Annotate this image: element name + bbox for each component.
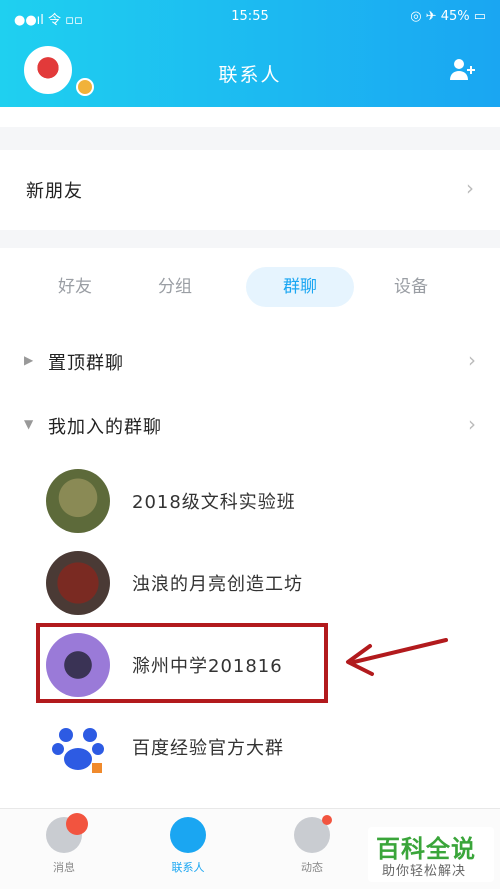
- annotation-arrow-icon: [346, 638, 448, 676]
- group-name: 浊浪的月亮创造工坊: [132, 574, 303, 595]
- site-watermark: 百科全说 助你轻松解决: [368, 827, 494, 882]
- pinned-groups-section[interactable]: ▶ 置顶群聊 ›: [0, 336, 500, 388]
- status-bar: ●●ıl 令 ▫▫ 15:55 ◎ ✈ 45% ▭: [0, 0, 500, 34]
- group-avatar: [46, 469, 110, 533]
- moments-icon: [294, 815, 332, 853]
- tab-label: 消息: [53, 861, 75, 874]
- joined-groups-section[interactable]: ▼ 我加入的群聊 ›: [0, 400, 500, 452]
- tab-label: 动态: [301, 861, 323, 874]
- tab-messages[interactable]: 消息: [24, 813, 104, 875]
- tab-friends[interactable]: 好友: [30, 267, 120, 307]
- group-avatar: [46, 551, 110, 615]
- new-friend-label: 新朋友: [26, 181, 83, 202]
- tab-contacts[interactable]: 联系人: [148, 817, 228, 875]
- group-name: 2018级文科实验班: [132, 492, 296, 513]
- status-right: ◎ ✈ 45% ▭: [410, 9, 486, 24]
- chevron-right-icon: ›: [468, 412, 476, 436]
- group-avatar: [46, 715, 110, 779]
- message-icon: [46, 813, 88, 853]
- section-label: 置顶群聊: [48, 353, 124, 374]
- contacts-icon: [170, 817, 206, 853]
- paw-icon: [52, 728, 104, 773]
- new-dot: [322, 815, 332, 825]
- collapse-arrow-icon: ▶: [24, 353, 34, 367]
- page-title: 联系人: [218, 64, 282, 86]
- watermark-subtitle: 助你轻松解决: [382, 864, 467, 879]
- tab-devices[interactable]: 设备: [366, 267, 456, 307]
- search-strip: [0, 107, 500, 127]
- group-chat-item[interactable]: 2018级文科实验班: [0, 460, 500, 542]
- highlight-box: [36, 623, 328, 703]
- tab-label: 联系人: [171, 861, 205, 874]
- tab-moments[interactable]: 动态: [272, 815, 352, 875]
- chevron-right-icon: ›: [466, 176, 474, 200]
- group-chat-item[interactable]: 百度经验官方大群: [0, 706, 500, 788]
- section-label: 我加入的群聊: [48, 417, 162, 438]
- unread-badge: [66, 813, 88, 835]
- expand-arrow-icon: ▼: [24, 417, 34, 431]
- group-name: 百度经验官方大群: [132, 738, 284, 759]
- add-contact-icon[interactable]: [448, 56, 476, 84]
- group-chat-item[interactable]: 浊浪的月亮创造工坊: [0, 542, 500, 624]
- top-header: ●●ıl 令 ▫▫ 15:55 ◎ ✈ 45% ▭ 联系人: [0, 0, 500, 107]
- new-friend-row[interactable]: 新朋友 ›: [0, 150, 500, 230]
- tab-groups-category[interactable]: 分组: [130, 267, 220, 307]
- watermark-title: 百科全说: [376, 835, 476, 863]
- chevron-right-icon: ›: [468, 348, 476, 372]
- tab-group-chats[interactable]: 群聊: [246, 267, 354, 307]
